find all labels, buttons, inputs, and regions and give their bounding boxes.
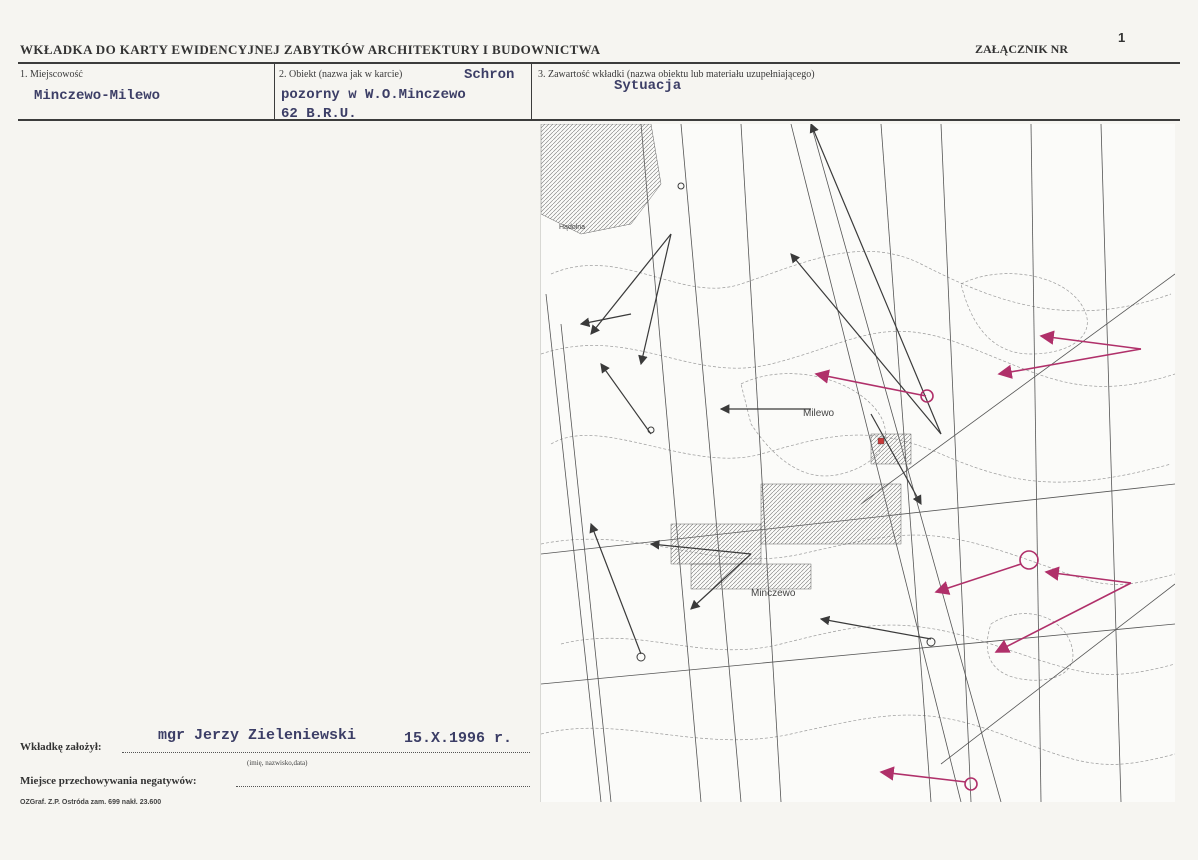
forest-patch bbox=[541, 124, 662, 235]
print-footer: OZGraf. Z.P. Ostróda zam. 699 nakł. 23.6… bbox=[20, 799, 162, 806]
fields-rule bbox=[18, 119, 1180, 121]
content-value: Sytuacja bbox=[614, 78, 682, 94]
prepared-date-value: 15.X.1996 r. bbox=[404, 730, 513, 747]
place-label-minczewo: Minczewo bbox=[751, 588, 796, 599]
annex-label: ZAŁĄCZNIK NR bbox=[975, 42, 1069, 56]
prepared-by-line bbox=[122, 752, 530, 753]
prepared-by-hint: (imię, nazwisko,data) bbox=[247, 759, 308, 767]
topographic-map-svg: Milewo Minczewo Hądolna bbox=[541, 124, 1175, 802]
negative-storage-line bbox=[236, 786, 530, 787]
object-label: 2. Obiekt (nazwa jak w karcie) bbox=[279, 69, 403, 80]
annex-number: 1 bbox=[1118, 30, 1126, 45]
locality-value: Minczewo-Milewo bbox=[34, 88, 161, 104]
record-insert-page: WKŁADKA DO KARTY EWIDENCYJNEJ ZABYTKÓW A… bbox=[0, 0, 1198, 860]
situation-map: Milewo Minczewo Hądolna bbox=[540, 124, 1175, 802]
header-rule bbox=[18, 62, 1180, 64]
object-value-line3: 62 B.R.U. bbox=[281, 106, 357, 122]
prepared-by-label: Wkładkę założył: bbox=[20, 741, 102, 753]
object-value-line2: pozorny w W.O.Minczewo bbox=[281, 87, 466, 103]
field-divider-2 bbox=[531, 64, 532, 120]
document-title: WKŁADKA DO KARTY EWIDENCYJNEJ ZABYTKÓW A… bbox=[20, 42, 601, 57]
object-value-line1: Schron bbox=[464, 67, 515, 83]
field-divider-1 bbox=[274, 64, 275, 120]
place-label-milewo: Milewo bbox=[803, 408, 835, 419]
prepared-by-value: mgr Jerzy Zieleniewski bbox=[158, 727, 357, 744]
parcel-lines bbox=[541, 124, 1175, 802]
village-buildings bbox=[670, 433, 912, 590]
negative-storage-label: Miejsce przechowywania negatywów: bbox=[20, 775, 197, 787]
locality-label: 1. Miejscowość bbox=[20, 69, 83, 80]
place-label-hadolna: Hądolna bbox=[559, 224, 585, 231]
